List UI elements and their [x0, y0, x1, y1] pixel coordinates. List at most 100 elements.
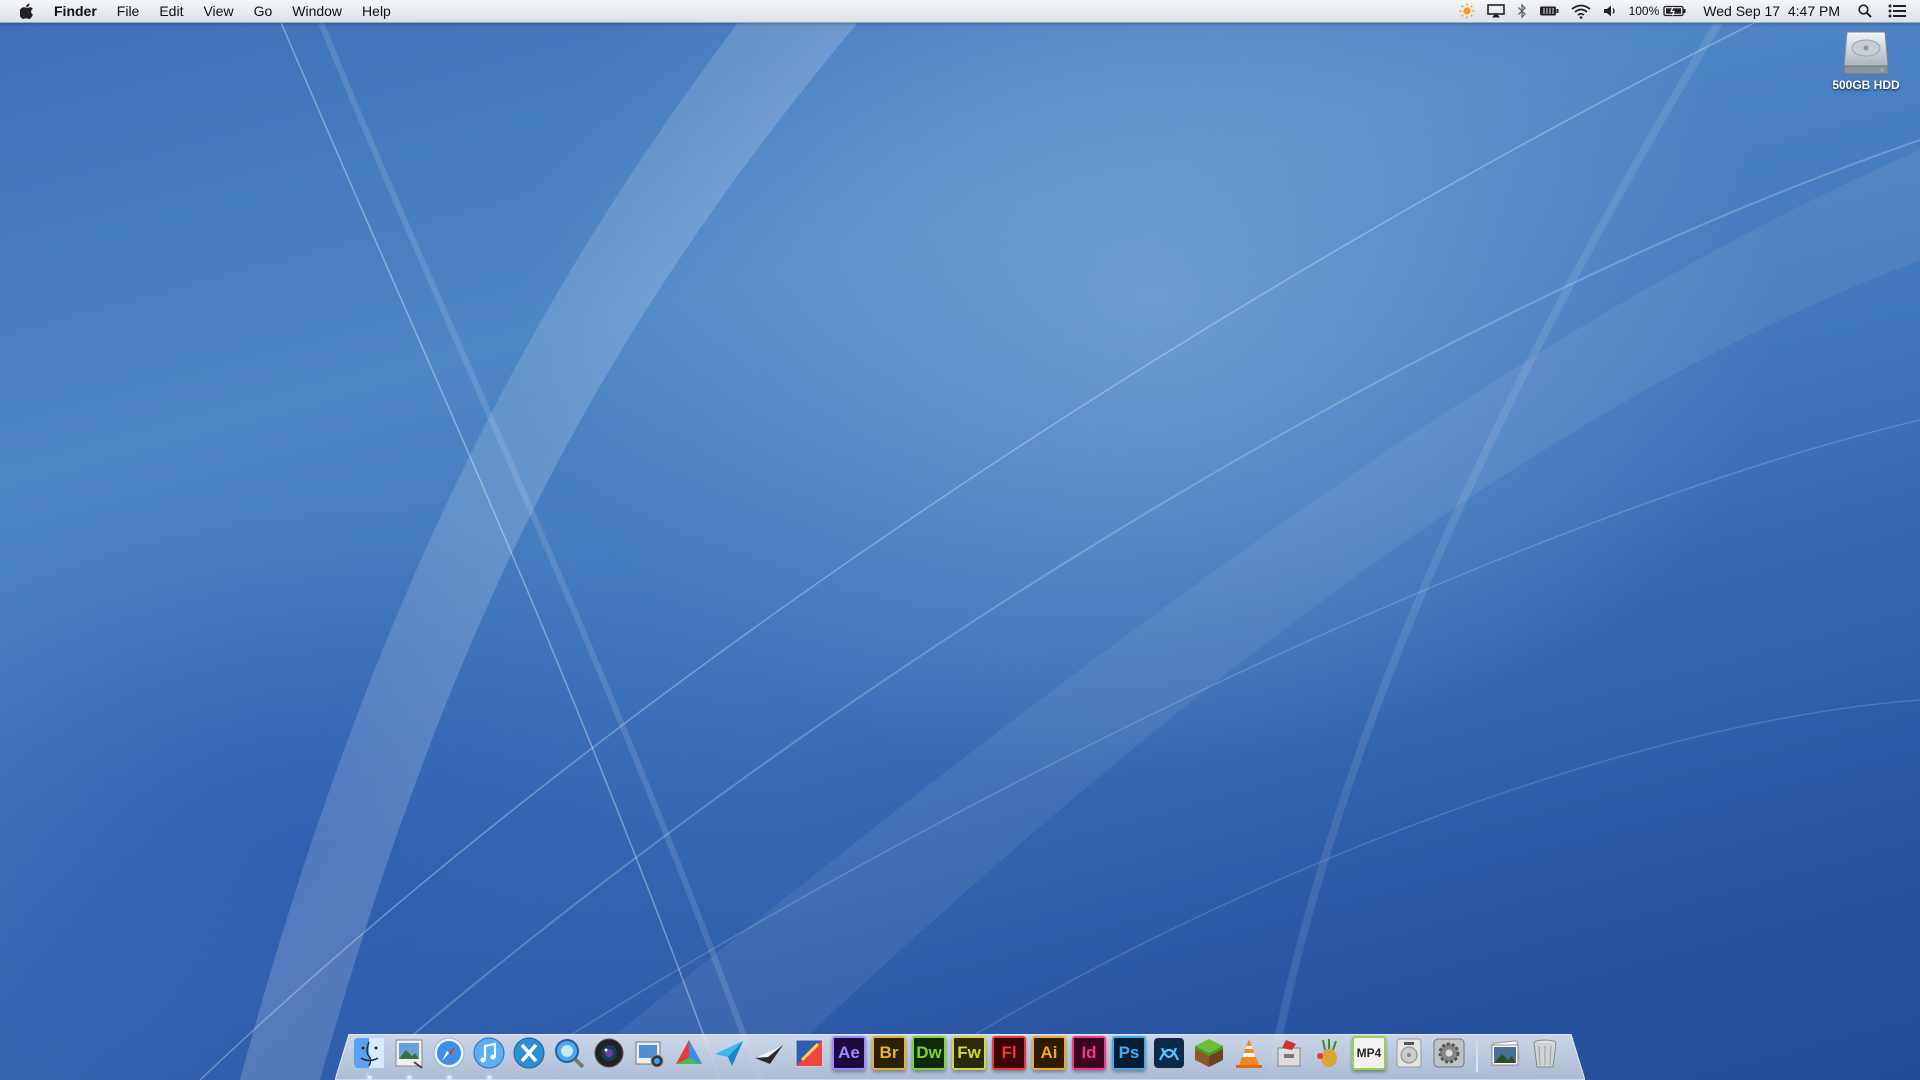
photoshop-icon: Ps — [1112, 1036, 1146, 1070]
battery-percent: 100% — [1628, 4, 1660, 18]
dock-itunes[interactable] — [470, 1032, 508, 1080]
trash-icon — [1533, 1039, 1557, 1068]
dock-safari[interactable] — [430, 1032, 468, 1080]
photo-icon — [395, 1039, 423, 1069]
menu-file[interactable]: File — [107, 0, 150, 22]
dock-sendapp[interactable] — [750, 1032, 788, 1074]
battery-device-icon — [1539, 6, 1559, 16]
battery-icon — [1663, 5, 1686, 17]
camera-photo-icon — [635, 1041, 664, 1068]
dock-system-preferences[interactable] — [1430, 1032, 1468, 1074]
indesign-icon: Id — [1072, 1036, 1106, 1070]
dock-bridge[interactable]: Br — [870, 1032, 908, 1074]
apple-icon — [20, 3, 33, 19]
dock-minecraft[interactable] — [1190, 1032, 1228, 1074]
dock-paper-plane-app[interactable] — [710, 1032, 748, 1074]
dock-photoshop[interactable]: Ps — [1110, 1032, 1148, 1074]
sun-icon — [1459, 3, 1475, 19]
compass-icon — [433, 1037, 465, 1069]
hdd-label: 500GB HDD — [1832, 78, 1900, 92]
dock-photo-booth[interactable] — [590, 1032, 628, 1074]
running-indicator — [367, 1075, 372, 1080]
running-indicator — [487, 1075, 492, 1080]
menu-bar-left: Finder File Edit View Go Window Help — [0, 0, 401, 22]
wifi-status[interactable] — [1565, 0, 1597, 22]
dock-vlc[interactable] — [1230, 1032, 1268, 1074]
dock-preview[interactable] — [390, 1032, 428, 1080]
dock: Ae Br Dw Fw Fl Ai Id Ps MP4 — [350, 1028, 1564, 1080]
dock-dreamweaver[interactable]: Dw — [910, 1032, 948, 1074]
dock-xcode[interactable] — [510, 1032, 548, 1074]
running-indicator — [407, 1075, 412, 1080]
after-effects-icon: Ae — [832, 1036, 866, 1070]
menu-finder[interactable]: Finder — [44, 0, 107, 22]
dock-battle-net[interactable] — [1150, 1032, 1188, 1074]
dock-trash[interactable] — [1526, 1032, 1564, 1074]
airplay-icon — [1486, 4, 1505, 18]
dreamweaver-icon: Dw — [912, 1036, 946, 1070]
dock-utility-app[interactable] — [1270, 1032, 1308, 1074]
list-icon — [1888, 4, 1906, 18]
dock-illustrator[interactable]: Ai — [1030, 1032, 1068, 1074]
menu-help[interactable]: Help — [352, 0, 401, 22]
art-canvas-icon — [795, 1039, 823, 1067]
menu-bar-right: 100% Wed Sep 17 4:47 PM — [1453, 0, 1920, 22]
finder-icon — [354, 1038, 384, 1068]
weather-status[interactable] — [1453, 0, 1481, 22]
menu-bar: Finder File Edit View Go Window Help 100… — [0, 0, 1920, 23]
camera-lens-icon — [594, 1038, 624, 1068]
menu-window[interactable]: Window — [282, 0, 352, 22]
bridge-icon: Br — [872, 1036, 906, 1070]
wifi-icon — [1571, 4, 1591, 19]
menu-edit[interactable]: Edit — [149, 0, 193, 22]
dock-finder[interactable] — [350, 1032, 388, 1080]
dvd-icon — [1396, 1038, 1422, 1068]
paper-plane-icon — [715, 1041, 743, 1066]
magnifier-icon — [555, 1039, 585, 1069]
x-icon — [513, 1037, 545, 1069]
dock-cocktail[interactable] — [1310, 1032, 1348, 1074]
music-note-icon — [473, 1037, 505, 1069]
battery-device-status[interactable] — [1533, 0, 1565, 22]
prism-icon — [676, 1040, 702, 1064]
dock-mp4-converter[interactable]: MP4 — [1350, 1032, 1388, 1074]
notification-center-status[interactable] — [1878, 0, 1912, 22]
flash-icon: Fl — [992, 1036, 1026, 1070]
dock-after-effects[interactable]: Ae — [830, 1032, 868, 1074]
volume-status[interactable] — [1597, 0, 1623, 22]
dock-indesign[interactable]: Id — [1070, 1032, 1108, 1074]
illustrator-icon: Ai — [1032, 1036, 1066, 1070]
grass-block-icon — [1195, 1039, 1223, 1067]
running-indicator — [447, 1075, 452, 1080]
apple-menu[interactable] — [10, 0, 44, 22]
spotlight-search-icon — [1858, 4, 1872, 18]
fireworks-icon: Fw — [952, 1036, 986, 1070]
dock-flash[interactable]: Fl — [990, 1032, 1028, 1074]
mp4-icon: MP4 — [1352, 1036, 1386, 1070]
speaker-icon — [1603, 5, 1615, 17]
bluetooth-status[interactable] — [1511, 0, 1533, 22]
hard-drive-icon — [1841, 28, 1891, 76]
dock-separator — [1476, 1034, 1478, 1072]
dock-prism-app[interactable] — [670, 1032, 708, 1074]
hdd-desktop-icon[interactable]: 500GB HDD — [1818, 28, 1914, 92]
clock[interactable]: Wed Sep 17 4:47 PM — [1693, 0, 1846, 22]
dock-art-app[interactable] — [790, 1032, 828, 1074]
bluetooth-icon — [1517, 3, 1526, 19]
airplay-status[interactable] — [1481, 0, 1511, 22]
battery-status[interactable]: 100% — [1623, 0, 1694, 22]
menu-view[interactable]: View — [193, 0, 243, 22]
cocktail-icon — [1317, 1039, 1337, 1067]
battle-net-icon — [1154, 1038, 1184, 1068]
wallpaper — [199, 17, 1920, 1080]
dock-fireworks[interactable]: Fw — [950, 1032, 988, 1074]
photo-stack-icon — [1491, 1040, 1520, 1066]
dock-pictures-stack[interactable] — [1486, 1032, 1524, 1074]
menu-go[interactable]: Go — [244, 0, 283, 22]
gear-icon — [1433, 1038, 1465, 1068]
dock-image-capture[interactable] — [630, 1032, 668, 1074]
dock-dvd-player[interactable] — [1390, 1032, 1428, 1074]
spotlight-status[interactable] — [1846, 0, 1878, 22]
desktop[interactable]: Finder File Edit View Go Window Help 100… — [0, 0, 1920, 1080]
dock-quicktime[interactable] — [550, 1032, 588, 1074]
